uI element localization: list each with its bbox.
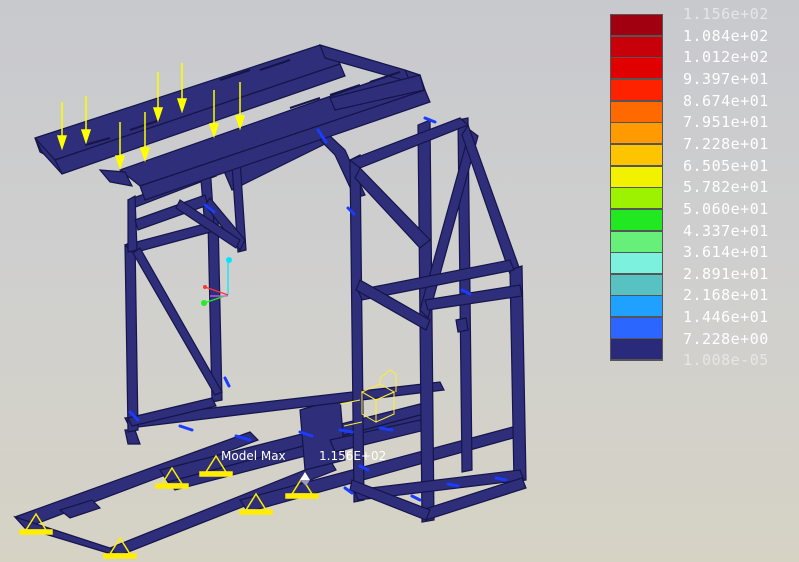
legend-label: 1.156e+02 [683, 5, 769, 23]
legend-swatch [610, 101, 663, 123]
legend-label: 5.060e+01 [683, 200, 769, 218]
legend-swatch [610, 338, 663, 360]
legend-swatch [610, 317, 663, 339]
load-arrow [56, 102, 68, 151]
legend-swatch [610, 14, 663, 36]
legend-label: 7.951e+01 [683, 113, 769, 131]
legend-label: 1.008e-05 [683, 351, 769, 369]
legend-swatch [610, 57, 663, 79]
legend-swatch [610, 144, 663, 166]
model-max-label: Model Max [221, 449, 286, 463]
legend-label: 1.446e+01 [683, 308, 769, 326]
legend-swatch [610, 166, 663, 188]
legend-label: 7.228e+00 [683, 330, 769, 348]
legend-label: 6.505e+01 [683, 157, 769, 175]
legend-swatch [610, 79, 663, 101]
legend-label: 4.337e+01 [683, 222, 769, 240]
legend-swatch [610, 209, 663, 231]
base-frame [13, 381, 525, 557]
legend-label: 3.614e+01 [683, 243, 769, 261]
legend-label: 1.084e+02 [683, 27, 769, 45]
legend-label: 9.397e+01 [683, 70, 769, 88]
legend-label: 8.674e+01 [683, 92, 769, 110]
legend-label: 5.782e+01 [683, 178, 769, 196]
legend-label: 7.228e+01 [683, 135, 769, 153]
legend-label: 1.012e+02 [683, 48, 769, 66]
color-legend: 1.156e+02 1.084e+02 1.012e+02 9.397e+01 8.67… [610, 5, 799, 369]
legend-swatch [610, 122, 663, 144]
load-arrow [176, 63, 188, 114]
legend-swatch [610, 295, 663, 317]
model-max-value: 1.156E+02 [319, 449, 387, 463]
legend-swatch [610, 252, 663, 274]
legend-swatch [610, 36, 663, 58]
legend-label: 2.168e+01 [683, 286, 769, 304]
load-arrow [80, 96, 92, 145]
legend-swatch [610, 274, 663, 296]
legend-swatch [610, 187, 663, 209]
load-arrow [152, 72, 164, 123]
legend-label: 2.891e+01 [683, 265, 769, 283]
legend-swatch [610, 231, 663, 253]
